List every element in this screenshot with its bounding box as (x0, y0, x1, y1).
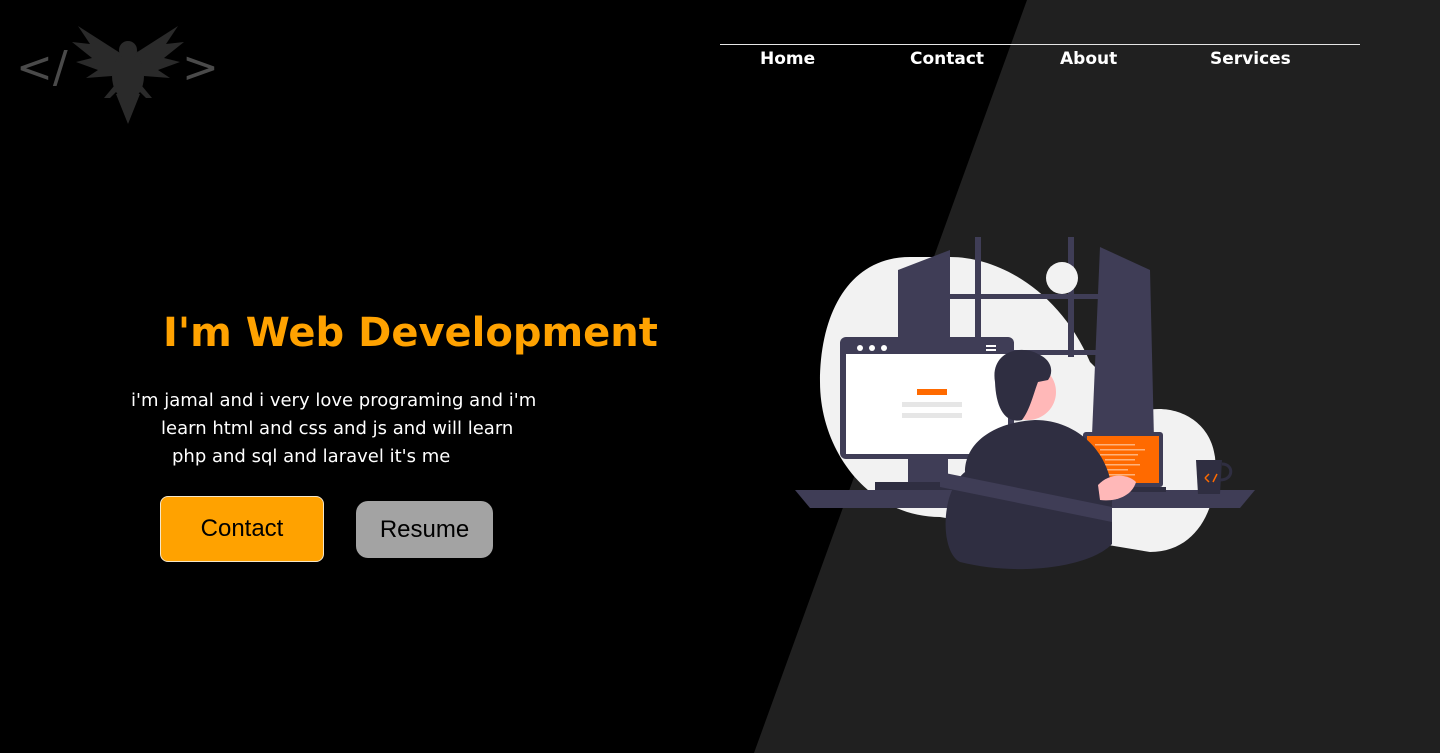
nav-link-contact[interactable]: Contact (910, 49, 984, 69)
resume-button[interactable]: Resume (356, 501, 493, 558)
hero-line-1: i'm jamal and i very love programing and… (131, 390, 537, 411)
developer-illustration (795, 237, 1255, 570)
logo-right-bracket: > (182, 42, 219, 93)
nav-link-home[interactable]: Home (760, 49, 815, 69)
hero-line-2: learn html and css and js and will learn (161, 418, 514, 439)
logo[interactable]: </ > (16, 18, 221, 126)
nav-link-about[interactable]: About (1060, 49, 1117, 69)
hero-line-3: php and sql and laravel it's me (172, 446, 451, 467)
nav-divider (720, 44, 1360, 45)
nav-link-services[interactable]: Services (1210, 49, 1291, 69)
contact-button[interactable]: Contact (160, 496, 324, 562)
hero-title: I'm Web Development (163, 310, 658, 356)
logo-left-bracket: </ (16, 42, 68, 93)
eagle-icon (72, 26, 184, 124)
page: </ > Home Contact About Services I'm Web… (0, 0, 1440, 753)
